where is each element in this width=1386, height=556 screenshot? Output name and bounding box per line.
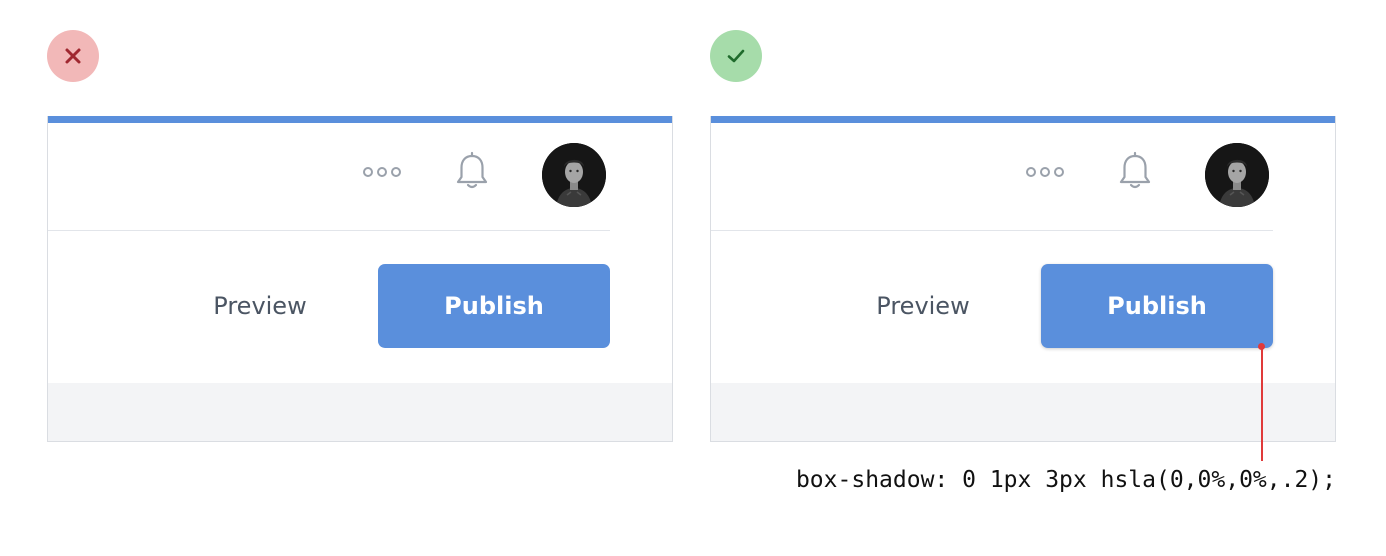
footer-area xyxy=(48,383,672,441)
header-divider xyxy=(48,230,610,231)
header-divider xyxy=(711,230,1273,231)
bell-icon[interactable] xyxy=(454,151,490,191)
user-avatar[interactable] xyxy=(1205,143,1269,207)
publish-button[interactable]: Publish xyxy=(1041,264,1273,348)
close-icon xyxy=(65,48,81,64)
css-annotation: box-shadow: 0 1px 3px hsla(0,0%,0%,.2); xyxy=(795,467,1336,493)
correct-badge xyxy=(710,30,762,82)
more-dots-icon[interactable] xyxy=(363,167,401,177)
check-icon xyxy=(727,49,745,63)
publish-button[interactable]: Publish xyxy=(378,264,610,348)
user-avatar[interactable] xyxy=(542,143,606,207)
incorrect-badge xyxy=(47,30,99,82)
preview-button[interactable]: Preview xyxy=(188,286,332,326)
bad-example-panel: Preview Publish xyxy=(47,116,673,442)
preview-button[interactable]: Preview xyxy=(851,286,995,326)
accent-top-bar xyxy=(48,116,672,123)
accent-top-bar xyxy=(711,116,1335,123)
callout-line xyxy=(1261,347,1263,461)
good-example-panel: Preview Publish xyxy=(710,116,1336,442)
footer-area xyxy=(711,383,1335,441)
more-dots-icon[interactable] xyxy=(1026,167,1064,177)
bell-icon[interactable] xyxy=(1117,151,1153,191)
